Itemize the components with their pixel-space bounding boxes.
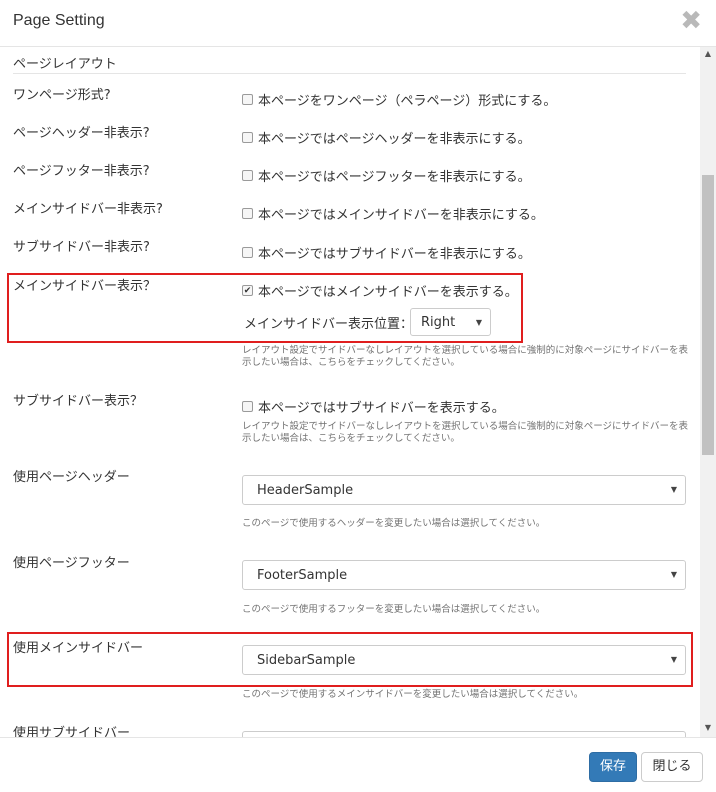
- checkbox-icon[interactable]: [242, 132, 253, 143]
- modal-body[interactable]: ページレイアウト ワンページ形式? 本ページをワンページ（ペラページ）形式にする…: [0, 47, 716, 737]
- scrollbar-thumb[interactable]: [702, 175, 714, 455]
- checkbox-label[interactable]: 本ページではメインサイドバーを非表示にする。: [258, 204, 544, 223]
- save-button[interactable]: 保存: [589, 752, 637, 782]
- label-main-sidebar: 使用メインサイドバー: [13, 641, 144, 656]
- checkbox-icon[interactable]: [242, 208, 253, 219]
- help-text-main-sidebar-show: レイアウト設定でサイドバーなしレイアウトを選択している場合に強制的に対象ページに…: [242, 345, 689, 368]
- label-sub-sidebar: 使用サブサイドバー: [13, 726, 131, 737]
- checkbox-one-page[interactable]: 本ページをワンページ（ペラページ）形式にする。: [242, 90, 556, 109]
- label-hide-sub-sidebar: サブサイドバー非表示?: [13, 240, 150, 255]
- checkbox-label[interactable]: 本ページではサブサイドバーを非表示にする。: [258, 243, 531, 262]
- label-hide-main-sidebar: メインサイドバー非表示?: [13, 202, 163, 217]
- help-text-main-sidebar: このページで使用するメインサイドバーを変更したい場合は選択してください。: [242, 689, 584, 700]
- checkbox-label[interactable]: 本ページをワンページ（ペラページ）形式にする。: [258, 90, 556, 109]
- label-one-page: ワンページ形式?: [13, 88, 111, 103]
- label-page-header: 使用ページヘッダー: [13, 470, 130, 485]
- checkbox-hide-sub-sidebar[interactable]: 本ページではサブサイドバーを非表示にする。: [242, 243, 531, 262]
- page-setting-modal: Page Setting ✖ ページレイアウト ワンページ形式? 本ページをワン…: [0, 0, 716, 792]
- sidebar-position-label: メインサイドバー表示位置：: [244, 317, 414, 332]
- checkbox-label[interactable]: 本ページではメインサイドバーを表示する。: [258, 281, 518, 300]
- section-divider: [13, 73, 686, 74]
- modal-footer: 保存 閉じる: [0, 737, 716, 792]
- modal-header: Page Setting ✖: [0, 0, 716, 47]
- label-show-main-sidebar: メインサイドバー表示？: [13, 279, 157, 294]
- dropdown-arrow-icon: ▼: [670, 655, 677, 664]
- help-text-page-footer: このページで使用するフッターを変更したい場合は選択してください。: [242, 604, 546, 615]
- label-page-footer: 使用ページフッター: [13, 556, 130, 571]
- close-icon[interactable]: ✖: [680, 8, 702, 34]
- modal-title: Page Setting: [13, 12, 105, 29]
- section-title: ページレイアウト: [13, 57, 117, 72]
- checkbox-checked-icon[interactable]: [242, 285, 253, 296]
- scroll-up-icon[interactable]: ▲: [702, 49, 714, 61]
- checkbox-hide-header[interactable]: 本ページではページヘッダーを非表示にする。: [242, 128, 531, 147]
- help-text-sub-sidebar-show: レイアウト設定でサイドバーなしレイアウトを選択している場合に強制的に対象ページに…: [242, 421, 689, 444]
- checkbox-icon[interactable]: [242, 94, 253, 105]
- checkbox-show-sub-sidebar[interactable]: 本ページではサブサイドバーを表示する。: [242, 397, 505, 416]
- dropdown-arrow-icon: ▼: [670, 485, 677, 494]
- checkbox-icon[interactable]: [242, 247, 253, 258]
- checkbox-hide-main-sidebar[interactable]: 本ページではメインサイドバーを非表示にする。: [242, 204, 544, 223]
- page-header-select[interactable]: HeaderSample ▼: [242, 475, 686, 505]
- checkbox-label[interactable]: 本ページではページフッターを非表示にする。: [258, 166, 531, 185]
- scroll-down-icon[interactable]: ▼: [702, 723, 714, 735]
- label-show-sub-sidebar: サブサイドバー表示？: [13, 394, 144, 409]
- help-text-page-header: このページで使用するヘッダーを変更したい場合は選択してください。: [242, 518, 546, 529]
- checkbox-icon[interactable]: [242, 401, 253, 412]
- page-footer-select[interactable]: FooterSample ▼: [242, 560, 686, 590]
- checkbox-hide-footer[interactable]: 本ページではページフッターを非表示にする。: [242, 166, 531, 185]
- sidebar-position-value: Right: [421, 315, 456, 330]
- checkbox-label[interactable]: 本ページではページヘッダーを非表示にする。: [258, 128, 531, 147]
- dropdown-arrow-icon: ▼: [475, 318, 482, 327]
- close-button[interactable]: 閉じる: [641, 752, 703, 782]
- dropdown-arrow-icon: ▼: [670, 570, 677, 579]
- checkbox-label[interactable]: 本ページではサブサイドバーを表示する。: [258, 397, 505, 416]
- main-sidebar-value: SidebarSample: [257, 653, 356, 668]
- label-hide-footer: ページフッター非表示?: [13, 164, 150, 179]
- checkbox-show-main-sidebar[interactable]: 本ページではメインサイドバーを表示する。: [242, 281, 518, 300]
- checkbox-icon[interactable]: [242, 170, 253, 181]
- main-sidebar-select[interactable]: SidebarSample ▼: [242, 645, 686, 675]
- page-header-value: HeaderSample: [257, 483, 354, 498]
- page-footer-value: FooterSample: [257, 568, 348, 583]
- label-hide-header: ページヘッダー非表示?: [13, 126, 150, 141]
- sidebar-position-select[interactable]: Right ▼: [410, 308, 491, 336]
